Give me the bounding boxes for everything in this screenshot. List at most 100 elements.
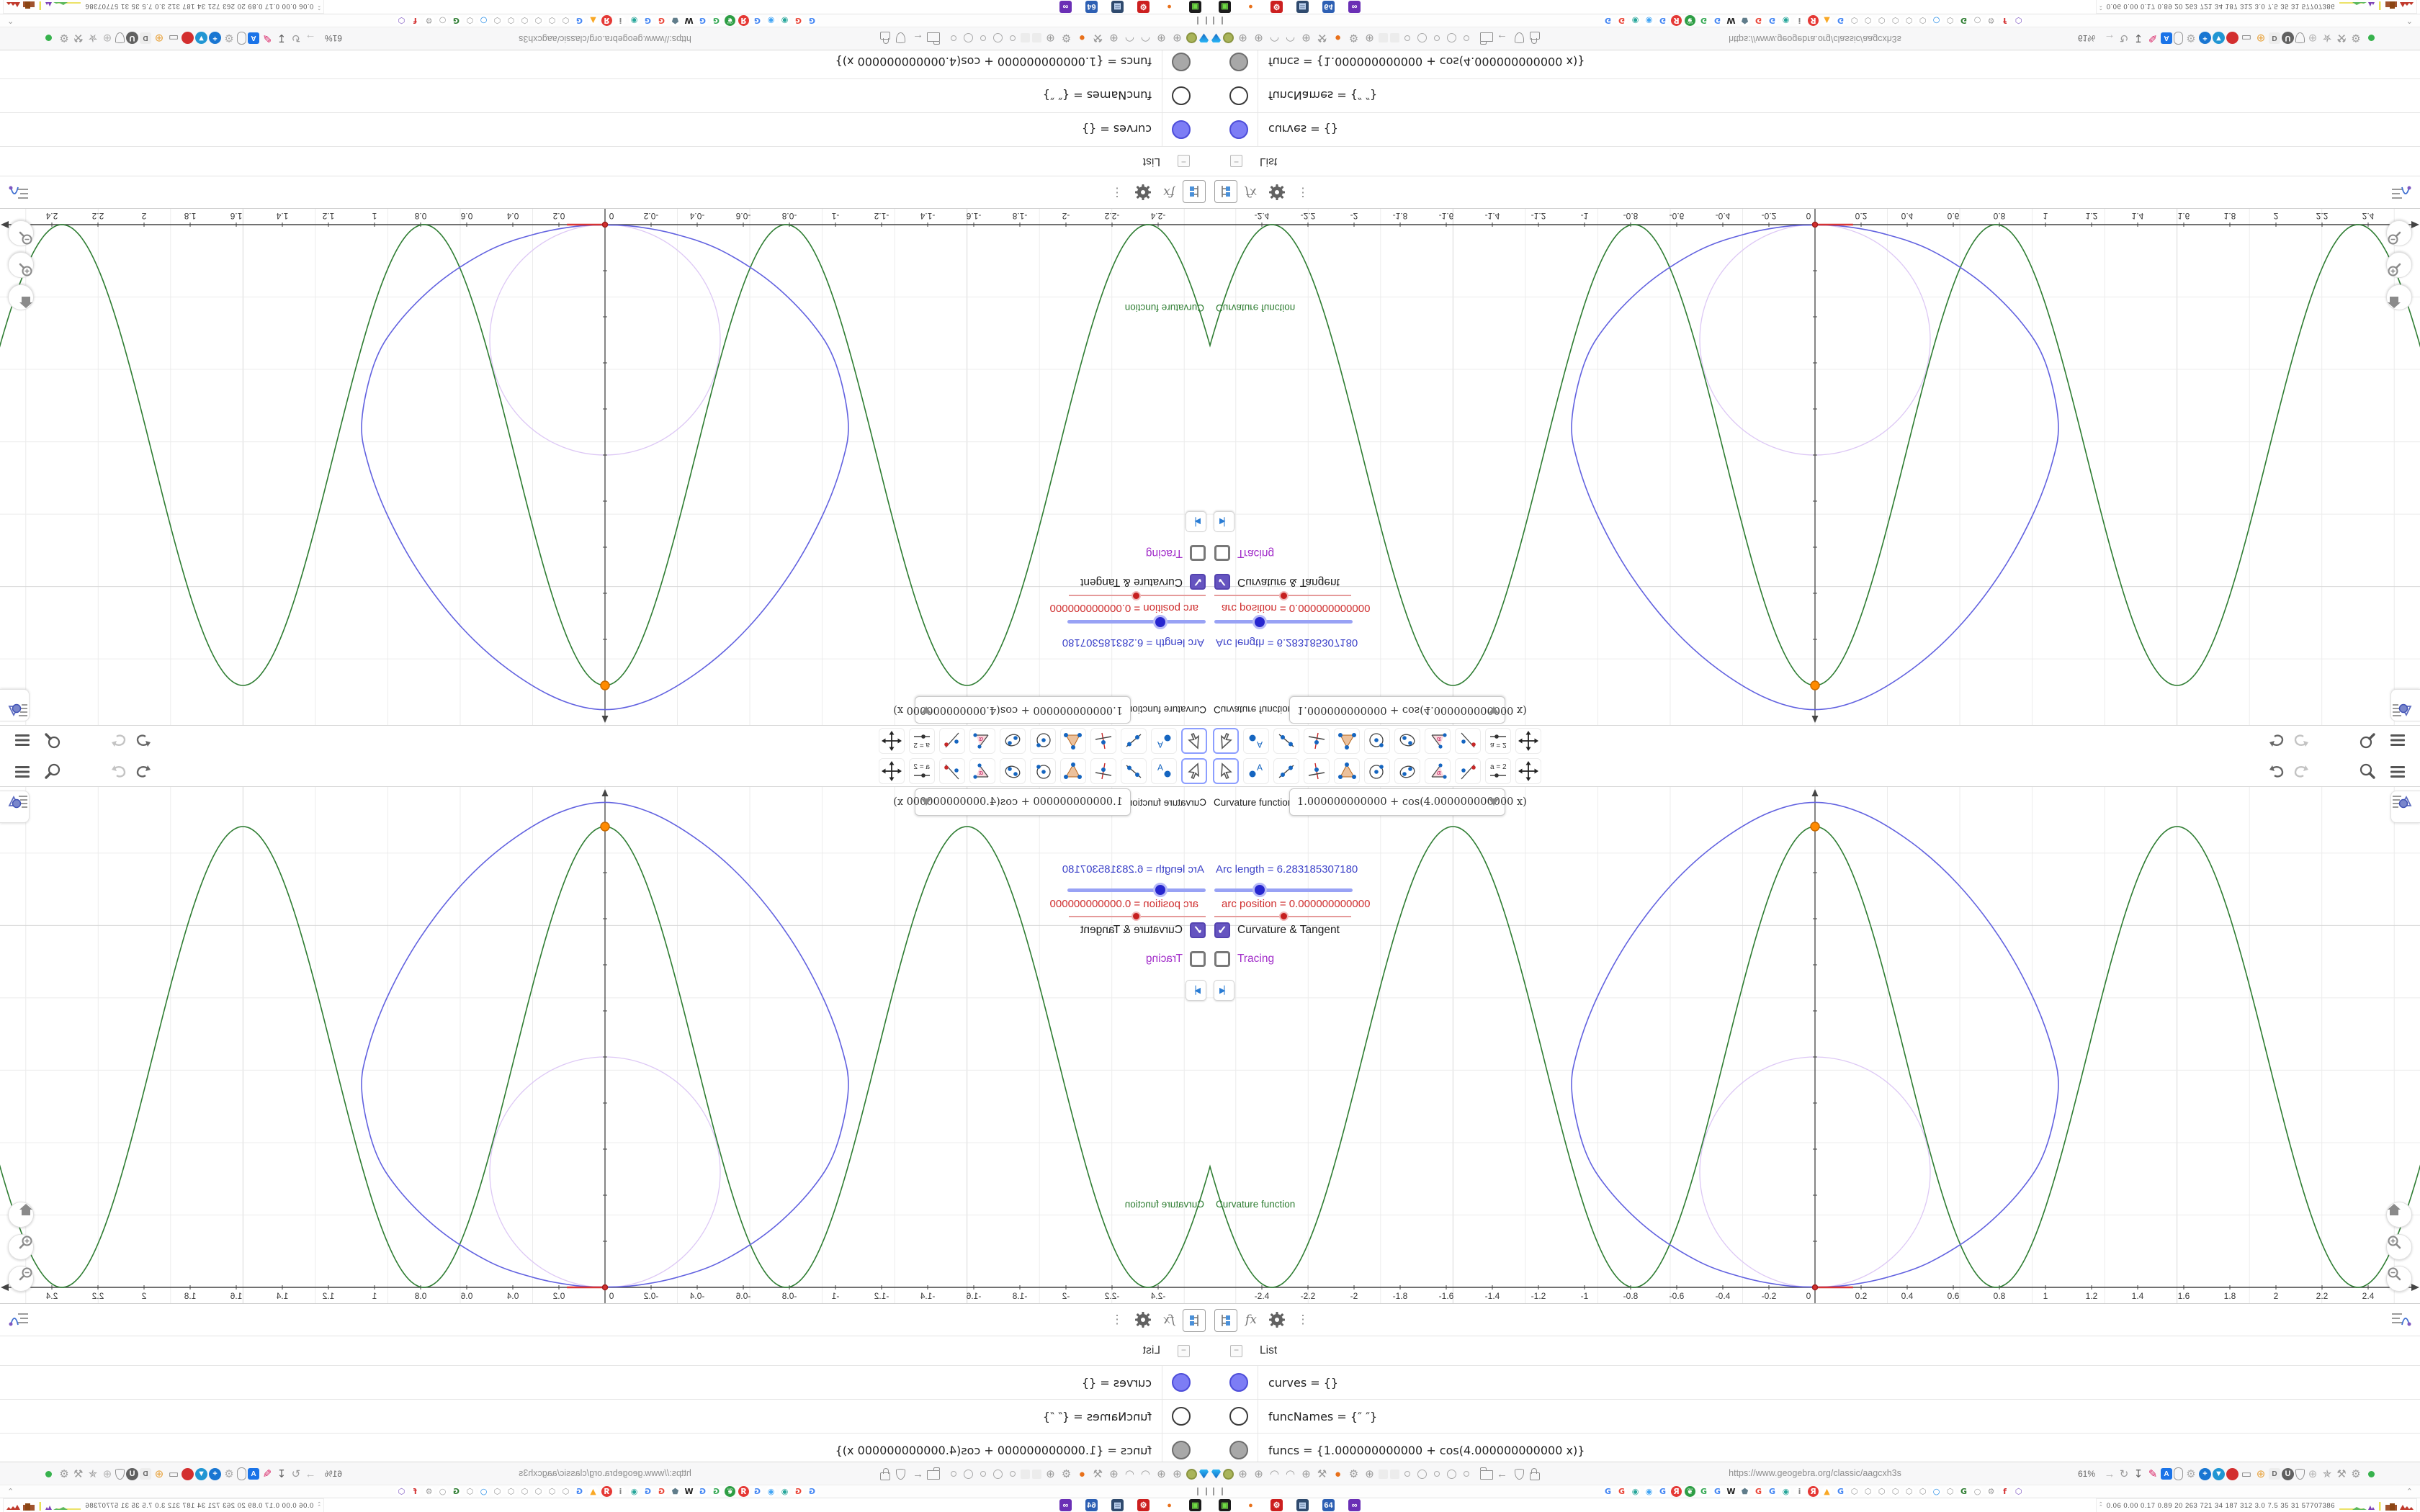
tab-dot[interactable] [1434, 35, 1440, 41]
tab-dot[interactable] [1010, 1471, 1016, 1477]
lock-icon[interactable] [880, 1472, 890, 1480]
tool-angle-button[interactable]: α [969, 728, 995, 754]
globe-icon[interactable]: ⊕ [1236, 1469, 1250, 1480]
home-view-button[interactable] [2386, 284, 2412, 310]
collapse-button[interactable]: − [1230, 1344, 1242, 1357]
bookmark-favicon[interactable]: G [1958, 1486, 1969, 1497]
bookmark-favicon[interactable]: G [1698, 1486, 1709, 1497]
bookmark-favicon[interactable]: ◉ [766, 1486, 776, 1497]
shield-icon[interactable] [896, 1468, 905, 1480]
bookmark-favicon[interactable]: ⚙ [1986, 15, 1996, 26]
app-terminal-icon[interactable]: ▣ [1219, 1, 1231, 13]
globe-icon[interactable]: ⊕ [1252, 32, 1265, 45]
app-purple-icon[interactable]: ∞ [1348, 1499, 1361, 1511]
tool-perpendicular-button[interactable] [1090, 728, 1116, 754]
zoom-in-button[interactable] [8, 1234, 34, 1260]
ud-shield-icon[interactable]: U [126, 32, 138, 45]
bookmark-favicon[interactable]: ⬡ [1876, 1486, 1887, 1497]
tool-ellipse-button[interactable] [1000, 758, 1026, 784]
app-floppy64-icon[interactable]: 64 [1085, 1, 1098, 13]
visibility-marble[interactable] [1172, 120, 1191, 139]
redo-button[interactable] [2289, 729, 2313, 753]
algebra-style-toggle[interactable] [2388, 1309, 2414, 1331]
graphics-view[interactable]: -2.4 -2.2 -2 -1.8 -1.6 -1.4 -1.2 -1 -0.8 -0.6 -0.4… [1210, 208, 2420, 725]
arc-length-slider[interactable] [1214, 620, 1353, 624]
system-monitor[interactable]: ⌃ ⌃ 0.06 0.00 0.17 0.89 20 263 721 34 187… [2095, 0, 2417, 14]
visibility-marble[interactable] [1229, 1441, 1248, 1459]
arc-position-slider-knob[interactable] [1131, 591, 1141, 600]
colored-globe-icon[interactable]: ⊕ [153, 32, 166, 45]
arc-icon[interactable]: ◠ [1123, 1468, 1137, 1480]
graphics-view[interactable]: -2.4 -2.2 -2 -1.8 -1.6 -1.4 -1.2 -1 -0.8 -0.6 -0.4… [0, 787, 1210, 1304]
bookmark-favicon[interactable]: G [1753, 1486, 1764, 1497]
bookmark-favicon[interactable]: ⬟ [670, 1486, 681, 1497]
bookmark-favicon[interactable]: G [711, 1486, 722, 1497]
lock-icon[interactable] [1530, 1467, 1540, 1480]
bookmark-favicon[interactable]: ⬡ [519, 15, 530, 26]
tool-perpendicular-button[interactable] [1090, 758, 1116, 784]
chevron-up-icon[interactable]: ⌃ [7, 1487, 14, 1496]
bookmark-favicon[interactable]: ⬟ [1739, 1486, 1750, 1497]
bookmark-favicon[interactable]: i [1794, 15, 1805, 26]
red-badge-icon[interactable] [182, 1467, 194, 1480]
bookmark-favicon[interactable]: ⬡ [465, 1486, 475, 1497]
tracing-checkbox[interactable] [1214, 545, 1230, 561]
trash-icon[interactable]: ▭ [2240, 1469, 2253, 1480]
app-firefox-icon[interactable]: ● [1245, 1, 1257, 13]
algebra-list-header[interactable]: − List [0, 1336, 1210, 1366]
curve-combo-select[interactable]: 1.000000000000 + cos(4.000000000000 x) [893, 788, 1131, 816]
globe-icon[interactable]: ⊕ [1170, 1468, 1184, 1480]
tab-dot[interactable] [980, 1471, 986, 1477]
bookmark-favicon[interactable]: W [1726, 15, 1736, 26]
algebra-row-curves[interactable]: curves = {} [1210, 112, 2420, 146]
globe-icon[interactable]: ⊕ [1107, 32, 1121, 45]
curvature-tangent-checkbox[interactable]: ✓ [1214, 574, 1230, 590]
algebra-row-curves[interactable]: curves = {} [0, 1366, 1210, 1400]
ud-shield-icon[interactable]: U [126, 1467, 138, 1480]
tool-ellipse-button[interactable] [1394, 758, 1420, 784]
bookmark-favicon[interactable]: G [793, 1486, 804, 1497]
bookmark-favicon[interactable]: ⬡ [396, 1486, 407, 1497]
collapse-button[interactable]: − [1178, 1344, 1190, 1357]
settings-button[interactable] [1266, 181, 1288, 203]
bookmark-favicon[interactable]: W [684, 1486, 694, 1497]
visibility-marble[interactable] [1172, 1373, 1191, 1392]
globe-icon[interactable]: ⊕ [1363, 32, 1376, 45]
tool-angle-button[interactable]: α [1425, 758, 1451, 784]
arc-icon[interactable]: ◠ [1283, 32, 1297, 45]
download-icon[interactable]: ↧ [275, 1468, 288, 1480]
page-zoom-level[interactable]: 61% [2078, 1469, 2095, 1479]
bookmark-favicon[interactable]: f [1999, 15, 2010, 26]
algebra-row-curves[interactable]: curves = {} [1210, 1366, 2420, 1400]
curve-combo-select[interactable]: 1.000000000000 + cos(4.000000000000 x) [1289, 788, 1527, 816]
folder-icon[interactable] [927, 1470, 940, 1480]
tool-line-button[interactable] [1121, 728, 1147, 754]
algebra-row-funcNames[interactable]: funcNames = {″ ″} [0, 1400, 1210, 1434]
reload-icon[interactable]: ↻ [2118, 32, 2130, 45]
tool-line-button[interactable] [1121, 758, 1147, 784]
visibility-marble[interactable] [1229, 120, 1248, 139]
shield-icon[interactable] [1515, 32, 1524, 44]
tab-dot[interactable] [1447, 1469, 1456, 1479]
tool-move-button[interactable] [1213, 758, 1239, 784]
undo-button[interactable] [2264, 760, 2289, 784]
system-monitor[interactable]: ⌃ ⌃ 0.06 0.00 0.17 0.89 20 263 721 34 187… [2095, 1498, 2417, 1512]
pinned-tab-camera-icon[interactable] [1186, 32, 1197, 44]
tool-move-view-button[interactable] [879, 758, 905, 784]
globe-icon[interactable]: ⊕ [1252, 1469, 1265, 1480]
marker-icon[interactable]: ✎ [2146, 1469, 2159, 1480]
wrench-icon[interactable]: ⚒ [1315, 32, 1329, 45]
tracing-checkbox[interactable] [1190, 545, 1206, 561]
translate-icon[interactable]: A [2161, 32, 2172, 44]
settings-button[interactable] [1266, 1309, 1288, 1331]
url-text[interactable]: https://www.geogebra.org/classic/aagcxh3… [1671, 34, 1959, 44]
tab-dot[interactable] [951, 35, 956, 41]
bookmark-favicon[interactable]: f [410, 1486, 421, 1497]
tab-dot[interactable] [1404, 35, 1410, 41]
wrench-icon[interactable]: ⚒ [72, 32, 85, 45]
bookmark-favicon[interactable]: G [697, 1486, 708, 1497]
bookmark-favicon[interactable]: G [656, 15, 667, 26]
undo-button[interactable] [131, 729, 156, 753]
pinned-tab-map-icon[interactable] [1211, 1469, 1221, 1479]
add-extension-icon[interactable]: + [209, 1467, 221, 1480]
